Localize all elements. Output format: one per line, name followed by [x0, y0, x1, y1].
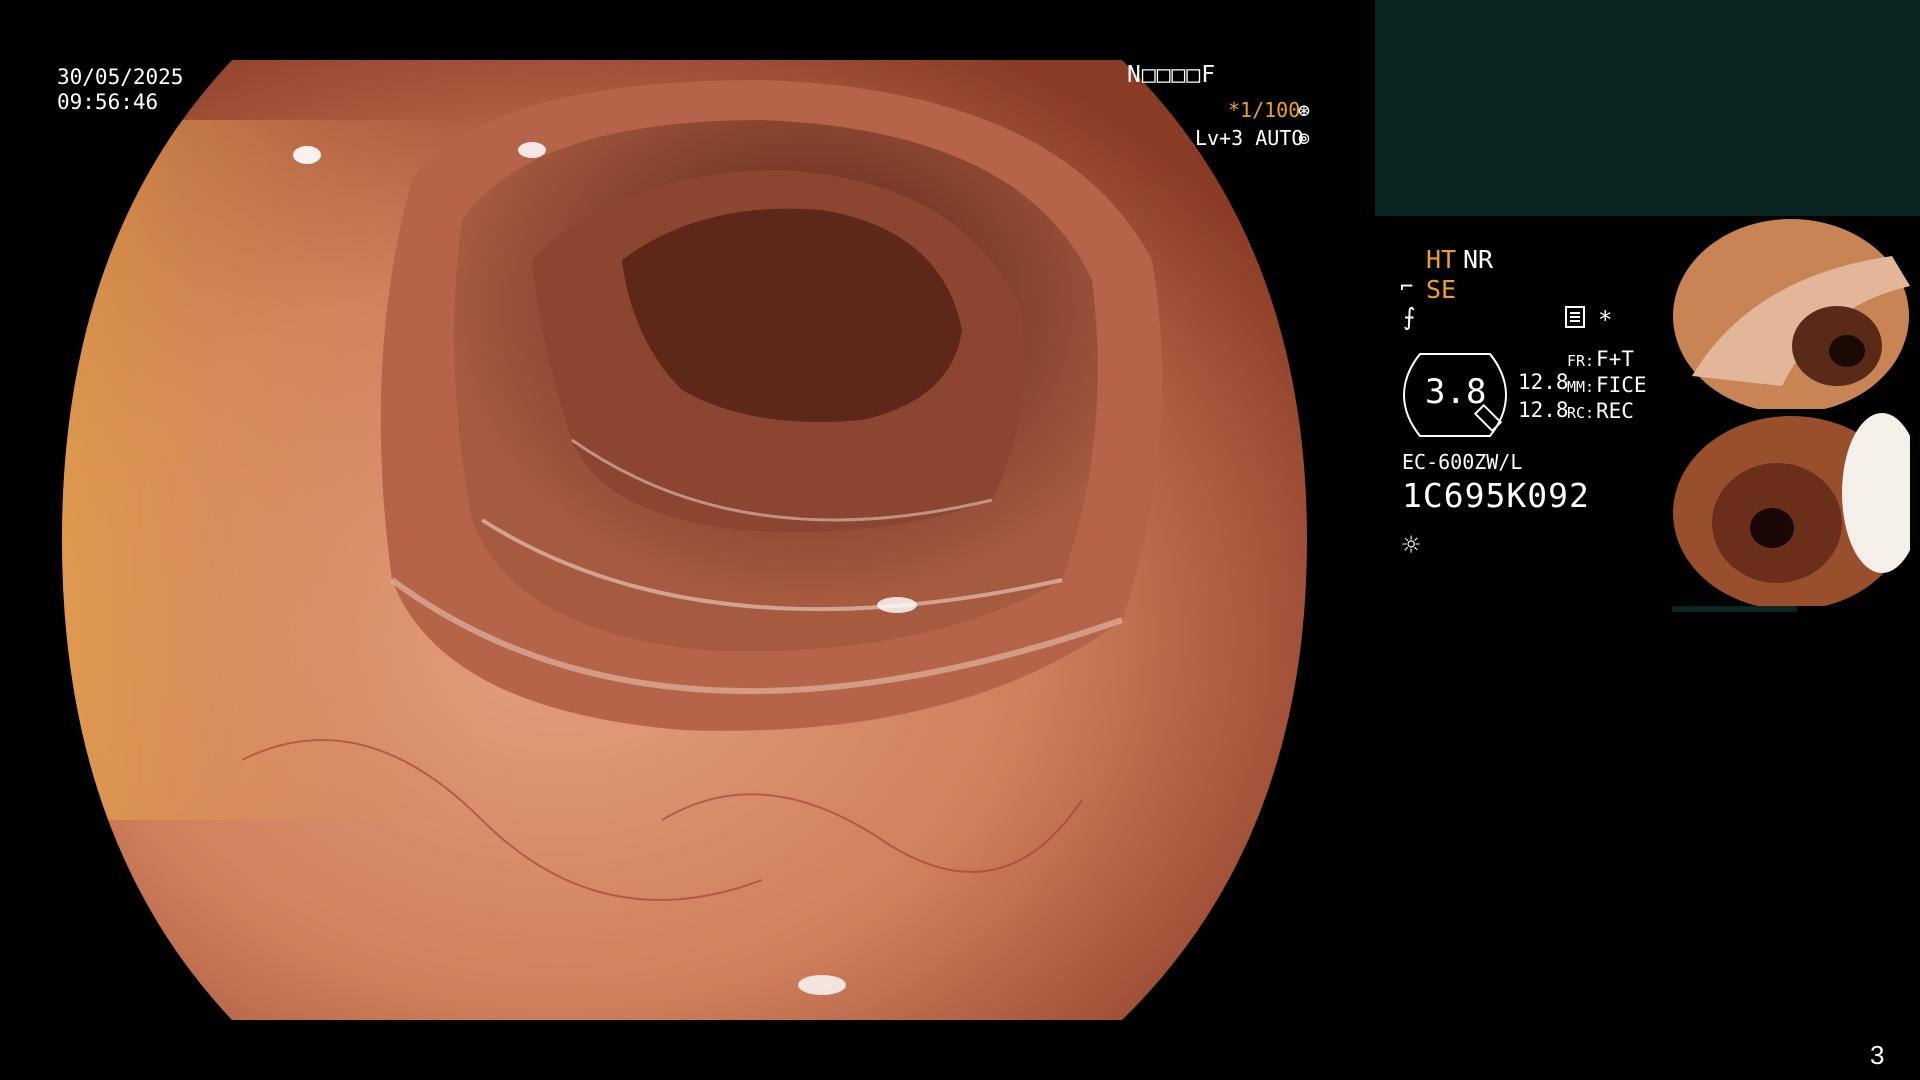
patient-id: N□□□□F — [1127, 62, 1217, 88]
nr-indicator: NR — [1463, 245, 1494, 274]
shutter-icon: ⊛ — [1298, 98, 1311, 122]
value-2: 12.8 — [1518, 398, 1569, 422]
thumbnail-image-2 — [1672, 413, 1910, 606]
exam-date: 30/05/2025 — [57, 65, 184, 89]
fr-value: F+T — [1596, 347, 1634, 371]
structure-enhance-icon: ⨍ — [1403, 303, 1416, 331]
ht-indicator: HT — [1426, 245, 1457, 274]
info-panel-header — [1375, 0, 1920, 216]
light-icon: ☼ — [1402, 528, 1421, 563]
scope-serial: 1C695K092 — [1402, 476, 1590, 515]
shutter-speed: *1/100 — [1228, 98, 1301, 122]
fr-label: FR: — [1567, 352, 1595, 370]
rc-value: REC — [1596, 399, 1634, 423]
thumbnail-image-1 — [1672, 216, 1910, 409]
value-1: 12.8 — [1518, 370, 1569, 394]
scope-model: EC-600ZW/L — [1402, 450, 1523, 474]
rc-label: RC: — [1567, 404, 1595, 422]
capture-thumbnail-1[interactable] — [1672, 216, 1910, 409]
structure-icon: ⌐ — [1400, 275, 1414, 300]
monitor-icon — [1565, 306, 1585, 328]
zoom-value: 3.8 — [1425, 372, 1487, 412]
se-indicator: SE — [1426, 275, 1457, 304]
page-number: 3 — [1870, 1040, 1885, 1070]
mm-value: FICE — [1596, 373, 1647, 397]
auto-icon: ⊚ — [1298, 126, 1311, 150]
star-icon: * — [1598, 306, 1613, 334]
endoscope-view — [62, 60, 1307, 1020]
colon-lumen-image — [62, 60, 1307, 1020]
thumbnail-indicator-bar — [1672, 606, 1797, 612]
brightness-level: Lv+3 AUTO — [1195, 126, 1304, 150]
exam-time: 09:56:46 — [57, 90, 159, 114]
capture-thumbnail-2[interactable] — [1672, 413, 1910, 606]
mm-label: MM: — [1567, 378, 1595, 396]
